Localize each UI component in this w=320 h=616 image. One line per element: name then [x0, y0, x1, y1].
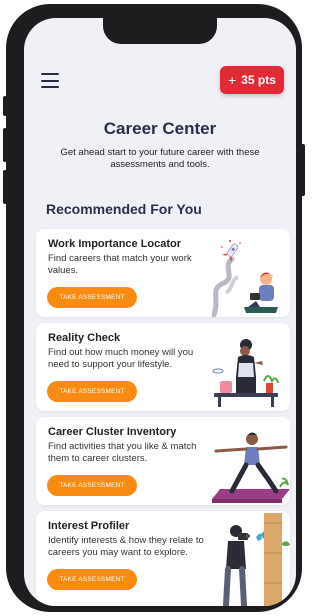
phone-notch	[103, 18, 217, 44]
card-interest-profiler[interactable]: Interest Profiler Identify interests & h…	[36, 511, 290, 606]
card-work-importance-locator[interactable]: Work Importance Locator Find careers tha…	[36, 229, 290, 317]
person-with-camera-illustration	[223, 513, 290, 606]
card-description: Find activities that you like & match th…	[48, 441, 197, 464]
card-title: Work Importance Locator	[48, 238, 182, 250]
card-title: Interest Profiler	[48, 520, 130, 532]
card-title: Reality Check	[48, 332, 121, 344]
person-doing-yoga-illustration	[212, 432, 290, 503]
power-button	[301, 144, 305, 196]
person-with-rocket-illustration	[211, 240, 278, 317]
card-reality-check[interactable]: Reality Check Find out how much money wi…	[36, 323, 290, 411]
plus-icon: +	[228, 72, 237, 88]
mute-switch	[3, 96, 7, 116]
person-with-table-illustration	[212, 339, 279, 407]
card-description: Identify interests & how they relate to …	[48, 535, 204, 558]
hamburger-menu-icon[interactable]	[41, 73, 59, 88]
take-assessment-button[interactable]: TAKE ASSESSMENT	[47, 287, 137, 308]
points-badge[interactable]: + 35 pts	[220, 66, 284, 94]
points-label: 35 pts	[241, 73, 276, 87]
card-description: Find careers that match your work values…	[48, 253, 192, 276]
page-title: Career Center	[103, 119, 217, 138]
card-description: Find out how much money will you need to…	[48, 347, 194, 370]
volume-down-button	[3, 170, 7, 204]
take-assessment-button[interactable]: TAKE ASSESSMENT	[47, 381, 137, 402]
take-assessment-button[interactable]: TAKE ASSESSMENT	[47, 569, 137, 590]
take-assessment-button[interactable]: TAKE ASSESSMENT	[47, 475, 137, 496]
volume-up-button	[3, 128, 7, 162]
page-subtitle: Get ahead start to your future career wi…	[60, 147, 260, 170]
card-title: Career Cluster Inventory	[48, 426, 177, 438]
card-career-cluster-inventory[interactable]: Career Cluster Inventory Find activities…	[36, 417, 290, 505]
section-heading: Recommended For You	[46, 201, 202, 217]
phone-frame: + 35 pts Career Center Get ahead start t…	[3, 4, 305, 612]
app-screen: + 35 pts Career Center Get ahead start t…	[24, 18, 296, 606]
